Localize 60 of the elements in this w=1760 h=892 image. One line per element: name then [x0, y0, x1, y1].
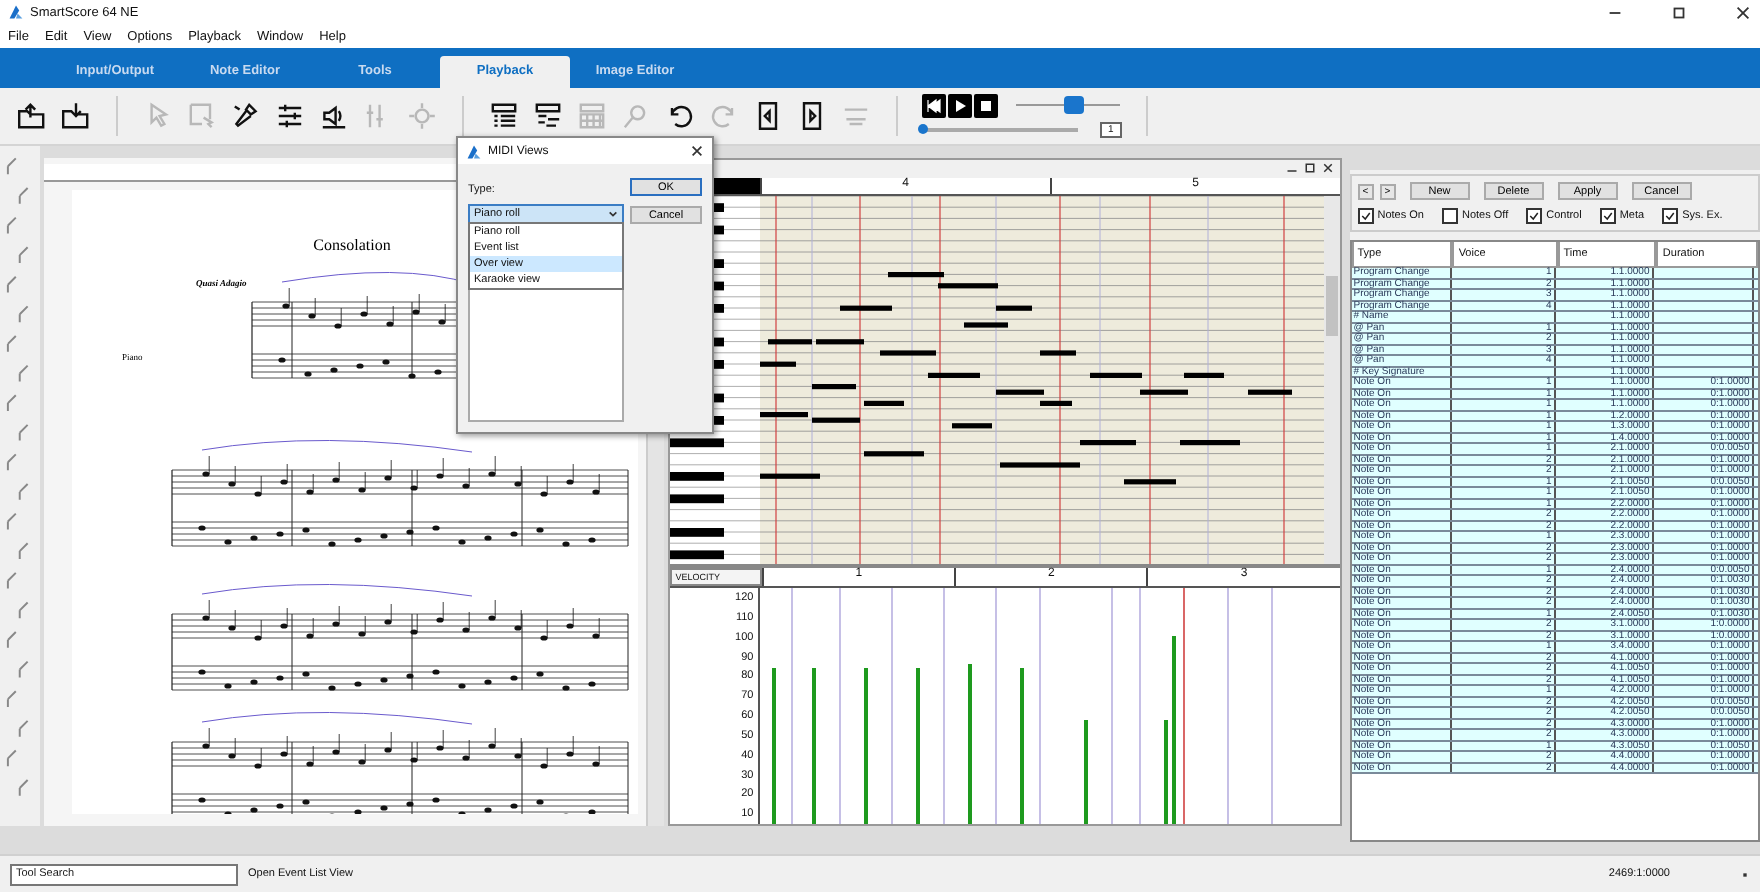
- checkbox[interactable]: [1441, 208, 1458, 225]
- note-bar[interactable]: [963, 322, 1008, 328]
- close-icon[interactable]: [1321, 162, 1334, 175]
- note-bar[interactable]: [1089, 373, 1142, 379]
- note-bar[interactable]: [839, 306, 892, 312]
- checkbox[interactable]: [1599, 208, 1616, 225]
- note-bar[interactable]: [767, 339, 812, 345]
- stop-button[interactable]: [974, 93, 998, 118]
- midi-list-icon[interactable]: [488, 99, 520, 132]
- close-icon[interactable]: [690, 144, 704, 159]
- midi-piano-roll-icon[interactable]: [532, 99, 564, 132]
- note-bar[interactable]: [1039, 401, 1072, 407]
- note-bar[interactable]: [1039, 350, 1076, 356]
- note-bar[interactable]: [863, 401, 904, 407]
- note-bar[interactable]: [759, 362, 796, 368]
- velocity-bar[interactable]: [967, 664, 972, 825]
- velocity-bar[interactable]: [1083, 720, 1088, 825]
- maximize-icon[interactable]: [1670, 3, 1688, 22]
- note-bar[interactable]: [1179, 440, 1240, 446]
- rewind-button[interactable]: [922, 93, 946, 118]
- note-bar[interactable]: [995, 306, 1032, 312]
- app-logo-icon: [466, 143, 482, 160]
- folder-down-icon[interactable]: [60, 99, 92, 132]
- note-bar[interactable]: [815, 339, 864, 345]
- tempo-slider-thumb[interactable]: [1063, 96, 1084, 115]
- note-bar[interactable]: [863, 451, 924, 457]
- note-bar[interactable]: [759, 412, 808, 418]
- play-button[interactable]: [948, 93, 972, 118]
- checkbox[interactable]: [1357, 208, 1374, 225]
- close-icon[interactable]: [1734, 3, 1752, 22]
- velocity-bar[interactable]: [1163, 720, 1168, 825]
- note-bar[interactable]: [1123, 479, 1176, 485]
- sliders-icon[interactable]: [274, 99, 306, 132]
- note-bar[interactable]: [1139, 390, 1188, 396]
- velocity-bar[interactable]: [811, 668, 816, 825]
- microphone-icon[interactable]: [230, 99, 262, 132]
- maximize-icon[interactable]: [1303, 162, 1316, 175]
- note-bar[interactable]: [811, 418, 860, 424]
- position-slider-thumb[interactable]: [918, 123, 928, 134]
- folder-up-icon[interactable]: [16, 99, 48, 132]
- velocity-bar[interactable]: [1019, 668, 1024, 825]
- app-logo-icon: [8, 4, 24, 21]
- note-bar[interactable]: [759, 474, 820, 480]
- caret-icon: [608, 210, 618, 219]
- note-bar[interactable]: [1183, 373, 1224, 379]
- note-bar[interactable]: [951, 423, 992, 429]
- note-bar[interactable]: [887, 272, 944, 278]
- note-bar[interactable]: [937, 283, 998, 289]
- checkbox[interactable]: [1526, 208, 1543, 225]
- note-bar[interactable]: [1079, 440, 1136, 446]
- velocity-bar[interactable]: [915, 668, 920, 825]
- score-title: Consolation: [312, 236, 391, 255]
- checkbox[interactable]: [1662, 208, 1679, 225]
- note-bar[interactable]: [1247, 390, 1292, 396]
- note-bar[interactable]: [811, 384, 856, 390]
- velocity-bar[interactable]: [863, 668, 868, 825]
- velocity-bar[interactable]: [771, 668, 776, 825]
- velocity-bar[interactable]: [1171, 636, 1176, 825]
- note-bar[interactable]: [995, 390, 1044, 396]
- note-bar[interactable]: [927, 373, 980, 379]
